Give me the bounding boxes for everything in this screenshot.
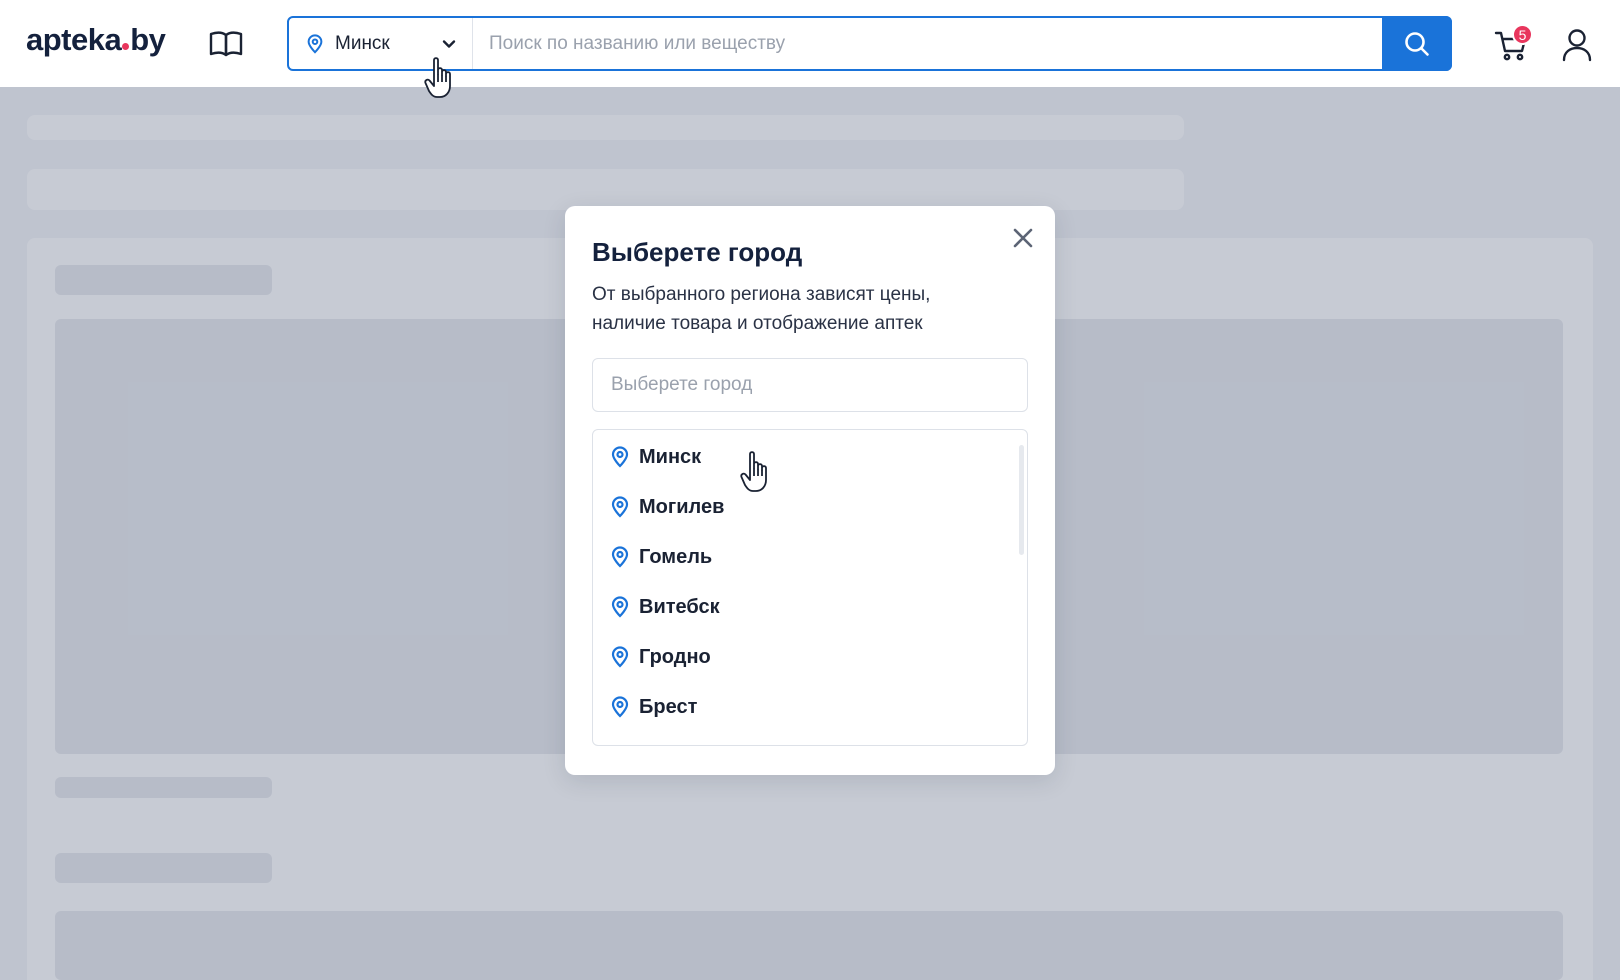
user-icon xyxy=(1562,29,1592,62)
modal-description-line: наличие товара и отображение аптек xyxy=(592,313,923,334)
city-select-modal: Выберете город От выбранного региона зав… xyxy=(565,206,1055,775)
city-list[interactable]: Минск Могилев Гомель Витебск Гродно Брес… xyxy=(592,429,1028,746)
city-list-scrollbar[interactable] xyxy=(1019,445,1024,555)
user-profile-button[interactable] xyxy=(1561,28,1593,62)
city-list-item[interactable]: Минск xyxy=(593,435,1013,479)
city-list-item[interactable]: Гродно xyxy=(593,635,1013,679)
site-header: apteka by Минск Поиск по названию или ве… xyxy=(0,0,1620,87)
location-pin-icon xyxy=(307,33,323,54)
open-book-icon xyxy=(209,31,243,57)
city-name: Минск xyxy=(639,445,702,468)
city-list-item[interactable]: Витебск xyxy=(593,585,1013,629)
location-pin-icon xyxy=(611,546,629,568)
modal-description: От выбранного региона зависят цены, нали… xyxy=(592,280,992,338)
city-search-input[interactable] xyxy=(592,358,1028,412)
location-pin-icon xyxy=(611,496,629,518)
city-name: Витебск xyxy=(639,595,720,618)
city-name: Могилев xyxy=(639,495,725,518)
logo-text-left: apteka xyxy=(26,22,122,57)
close-icon xyxy=(1013,228,1033,248)
city-selector[interactable]: Минск xyxy=(289,18,473,69)
city-list-item[interactable]: Гомель xyxy=(593,535,1013,579)
city-name: Гомель xyxy=(639,545,713,568)
city-name: Гродно xyxy=(639,645,711,668)
search-bar: Минск xyxy=(287,16,1452,71)
logo-dot xyxy=(122,43,130,50)
modal-description-line: От выбранного региона зависят цены, xyxy=(592,284,931,305)
location-pin-icon xyxy=(611,446,629,468)
location-pin-icon xyxy=(611,696,629,718)
city-list-item[interactable]: Брест xyxy=(593,685,1013,729)
city-list-item[interactable]: Могилев xyxy=(593,485,1013,529)
chevron-down-icon xyxy=(442,40,456,48)
search-button[interactable] xyxy=(1382,16,1452,71)
catalog-button[interactable] xyxy=(208,28,244,60)
close-button[interactable] xyxy=(1009,224,1037,252)
location-pin-icon xyxy=(611,596,629,618)
site-logo[interactable]: apteka by xyxy=(26,22,166,58)
cart-count-badge: 5 xyxy=(1512,24,1533,45)
search-icon xyxy=(1405,31,1429,56)
city-name: Брест xyxy=(639,695,698,718)
logo-text-right: by xyxy=(130,22,166,57)
modal-title: Выберете город xyxy=(592,237,803,267)
location-pin-icon xyxy=(611,646,629,668)
selected-city-label: Минск xyxy=(335,32,390,54)
product-search-input[interactable] xyxy=(473,18,1450,69)
